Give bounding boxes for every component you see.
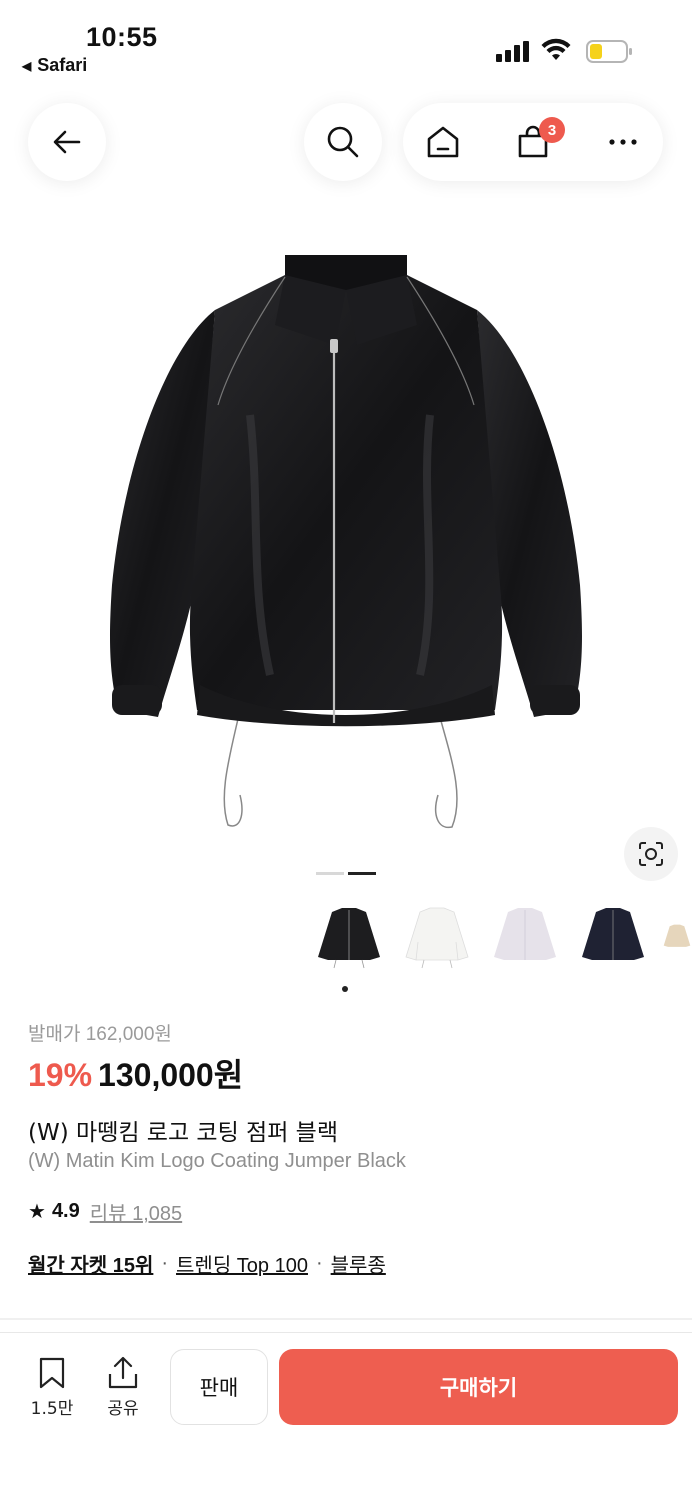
- bookmark-icon: [39, 1357, 65, 1389]
- wifi-icon: [541, 38, 571, 60]
- bottom-bar-divider: [0, 1332, 692, 1333]
- discount-rate: 19%: [28, 1057, 93, 1093]
- color-option-beige[interactable]: [662, 898, 692, 976]
- more-horizontal-icon: [609, 139, 637, 145]
- price-row: 19% 130,000원: [28, 1050, 243, 1096]
- back-triangle-icon: ◀: [22, 58, 32, 73]
- pager-dot[interactable]: [316, 872, 344, 875]
- sale-price: 130,000원: [98, 1057, 244, 1093]
- color-option-white[interactable]: [398, 898, 476, 976]
- arrow-left-icon: [53, 130, 81, 154]
- image-pager: [316, 872, 376, 875]
- share-icon: [108, 1356, 138, 1389]
- back-button[interactable]: [28, 103, 106, 181]
- pager-dot-active[interactable]: [348, 872, 376, 875]
- product-title: (W) 마뗑킴 로고 코팅 점퍼 블랙: [28, 1120, 339, 1146]
- tag-ranking[interactable]: 월간 자켓 15위: [28, 1249, 153, 1278]
- color-option-lavender[interactable]: [486, 898, 564, 976]
- buy-button[interactable]: 구매하기: [279, 1349, 678, 1425]
- thumb-jacket-white: [405, 907, 469, 969]
- like-count: 1.5만: [30, 1399, 74, 1419]
- color-option-navy[interactable]: [574, 898, 652, 976]
- tags-row: 월간 자켓 15위 · 트렌딩 Top 100 · 블루종: [28, 1249, 386, 1278]
- thumb-jacket-navy: [582, 908, 644, 960]
- product-title-english: (W) Matin Kim Logo Coating Jumper Black: [28, 1150, 406, 1172]
- image-search-button[interactable]: [624, 827, 678, 881]
- section-divider: [0, 1318, 692, 1320]
- signal-icon: [496, 40, 532, 62]
- selected-color-indicator: [342, 986, 348, 992]
- home-button[interactable]: [403, 103, 483, 181]
- cart-button[interactable]: 3: [493, 103, 573, 181]
- tag-separator: ·: [315, 1252, 323, 1274]
- share-label: 공유: [107, 1399, 139, 1419]
- share-button[interactable]: 공유: [93, 1356, 153, 1419]
- thumb-jacket-lavender: [494, 908, 556, 960]
- tag-category[interactable]: 블루종: [331, 1249, 386, 1278]
- color-options: [310, 898, 692, 978]
- more-button[interactable]: [583, 103, 663, 181]
- home-icon: [427, 126, 459, 158]
- battery-icon: [586, 40, 632, 63]
- search-icon: [327, 126, 359, 158]
- rating-row: ★ 4.9 리뷰 1,085: [28, 1197, 182, 1226]
- rating-score: 4.9: [51, 1200, 80, 1222]
- review-link[interactable]: 리뷰 1,085: [90, 1197, 182, 1226]
- product-image[interactable]: [100, 255, 592, 835]
- cart-count-badge: 3: [539, 117, 565, 143]
- thumb-jacket-beige: [663, 924, 691, 947]
- tag-separator: ·: [161, 1252, 169, 1274]
- status-bar: 10:55 ◀ Safari: [0, 0, 692, 84]
- back-to-safari[interactable]: ◀ Safari: [22, 55, 87, 76]
- back-app-label: Safari: [37, 55, 88, 75]
- like-button[interactable]: 1.5만: [22, 1356, 82, 1419]
- status-time: 10:55: [86, 22, 158, 52]
- sell-button[interactable]: 판매: [170, 1349, 268, 1425]
- camera-scan-icon: [639, 842, 663, 866]
- thumb-jacket-black: [318, 908, 380, 969]
- tag-trending[interactable]: 트렌딩 Top 100: [176, 1249, 308, 1278]
- star-icon: ★: [28, 1201, 46, 1223]
- nav-pill: 3: [403, 103, 663, 181]
- release-price: 발매가 162,000원: [28, 1024, 172, 1045]
- color-option-black[interactable]: [310, 898, 388, 976]
- search-button[interactable]: [304, 103, 382, 181]
